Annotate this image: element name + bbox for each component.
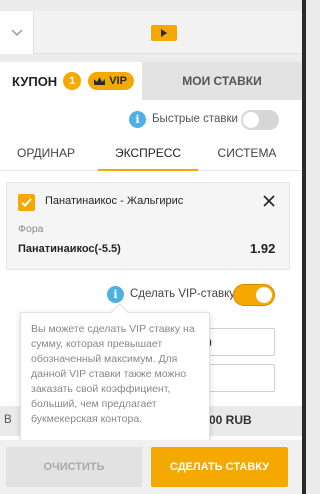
bet-card: Панатинаикос - Жальгирис Фора Панатинаик… <box>6 182 290 270</box>
active-tab-indicator <box>98 169 198 171</box>
coupon-count-badge: 1 <box>63 72 82 90</box>
close-icon <box>263 195 275 207</box>
make-bet-button[interactable]: СДЕЛАТЬ СТАВКУ <box>151 447 288 487</box>
vip-bet-label: Сделать VIP-ставку <box>130 288 236 300</box>
check-icon <box>21 198 32 207</box>
clear-button[interactable]: ОЧИСТИТЬ <box>6 447 142 487</box>
play-icon <box>161 29 167 37</box>
vip-bet-row: i Сделать VIP-ставку <box>0 284 302 306</box>
bet-type-tabs: ОРДИНАР ЭКСПРЕСС СИСТЕМА <box>0 135 302 171</box>
quick-bets-label: Быстрые ставки <box>152 113 238 125</box>
bet-slip-header: КУПОН 1 VIP МОИ СТАВКИ <box>0 62 302 100</box>
vip-badge[interactable]: VIP <box>88 72 134 90</box>
window-edge <box>302 0 306 494</box>
quick-bets-row: i Быстрые ставки <box>0 109 302 131</box>
tab-coupon[interactable]: КУПОН 1 VIP <box>0 62 142 100</box>
band-left-text: В <box>4 414 12 426</box>
remove-bet-button[interactable] <box>263 194 275 212</box>
crown-icon <box>94 77 106 85</box>
vip-info-icon[interactable]: i <box>107 286 124 303</box>
quick-bets-toggle[interactable] <box>241 110 279 130</box>
tab-system[interactable]: СИСТЕМА <box>202 135 292 171</box>
vip-bet-toggle[interactable] <box>233 284 275 306</box>
total-amount: 00 RUB <box>209 413 252 427</box>
bet-checkbox[interactable] <box>18 194 35 211</box>
odds-value: 1.92 <box>250 241 276 256</box>
selection-name: Панатинаикос(-5.5) <box>18 243 121 255</box>
dropdown-toggle[interactable] <box>0 11 34 54</box>
footer-actions: ОЧИСТИТЬ СДЕЛАТЬ СТАВКУ <box>0 440 302 494</box>
coupon-label: КУПОН <box>12 73 58 89</box>
info-icon[interactable]: i <box>129 111 146 128</box>
top-bar <box>0 11 302 54</box>
tab-single[interactable]: ОРДИНАР <box>0 135 92 171</box>
market-name: Фора <box>18 223 44 235</box>
tab-express[interactable]: ЭКСПРЕСС <box>98 135 198 171</box>
vip-tooltip: Вы можете сделать VIP ставку на сумму, к… <box>20 312 210 442</box>
play-button[interactable] <box>151 25 177 41</box>
event-name: Панатинаикос - Жальгирис <box>45 195 184 207</box>
vip-label: VIP <box>109 75 127 87</box>
chevron-down-icon <box>10 28 23 36</box>
tab-my-bets[interactable]: МОИ СТАВКИ <box>142 62 302 100</box>
